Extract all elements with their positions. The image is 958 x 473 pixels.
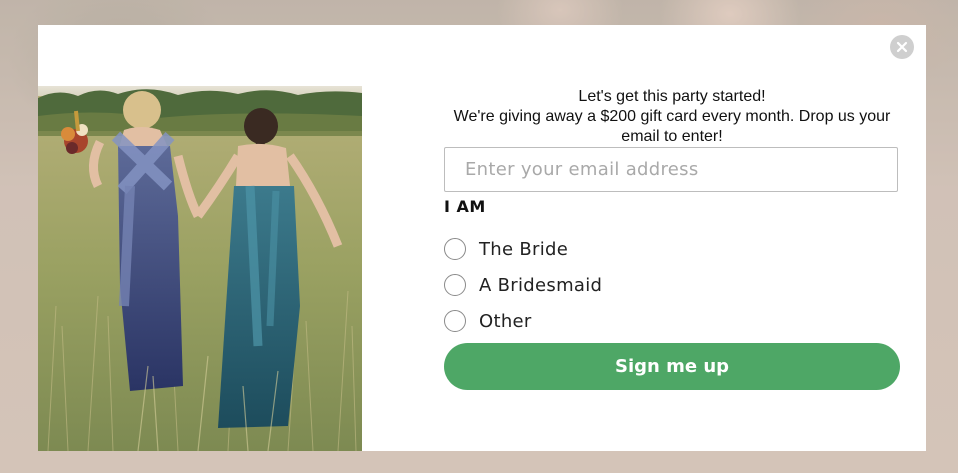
radio-option-other[interactable]: Other xyxy=(444,308,532,334)
close-icon xyxy=(896,41,908,53)
bridesmaids-photo xyxy=(38,86,362,451)
email-field[interactable] xyxy=(444,147,898,192)
popup-subline: We're giving away a $200 gift card every… xyxy=(453,108,891,145)
radio-option-a-bridesmaid[interactable]: A Bridesmaid xyxy=(444,272,602,298)
popup-headline: Let's get this party started! xyxy=(578,88,766,105)
radio-label: The Bride xyxy=(479,238,569,260)
radio-label: A Bridesmaid xyxy=(479,274,603,296)
radio-label: Other xyxy=(479,310,532,332)
radio-button[interactable] xyxy=(444,238,466,260)
radio-button[interactable] xyxy=(444,274,466,296)
popup-text: Let's get this party started! We're givi… xyxy=(444,87,900,147)
radio-option-the-bride[interactable]: The Bride xyxy=(444,236,568,262)
iam-label: I AM xyxy=(444,197,486,216)
sign-me-up-button[interactable]: Sign me up xyxy=(444,343,900,390)
close-button[interactable] xyxy=(890,35,914,59)
signup-modal: Let's get this party started! We're givi… xyxy=(38,25,926,451)
radio-button[interactable] xyxy=(444,310,466,332)
